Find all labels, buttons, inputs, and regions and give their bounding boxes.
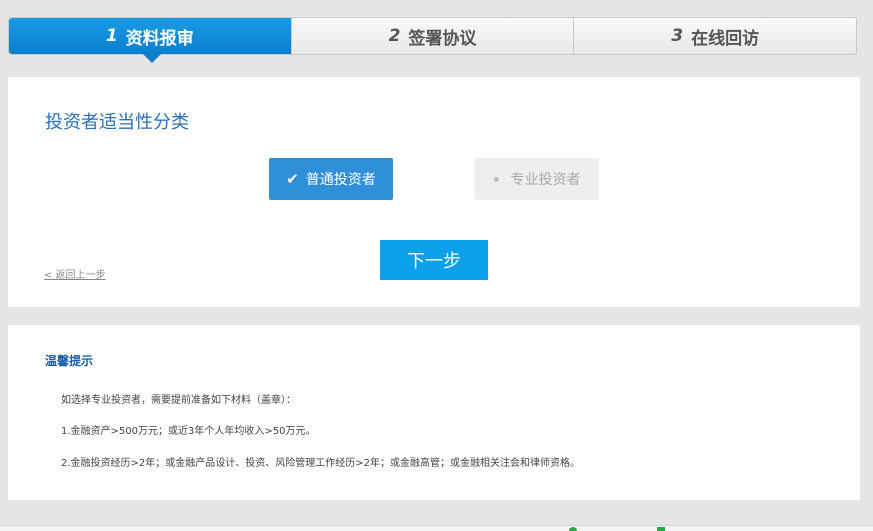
- page: 1 资料报审 2 签署协议 3 在线回访 投资者适当性分类 ✔ 普通投资者 专业…: [0, 0, 873, 531]
- section-title: 投资者适当性分类: [45, 112, 189, 133]
- progress-stepper: 1 资料报审 2 签署协议 3 在线回访: [8, 17, 857, 63]
- tips-card: 温馨提示 如选择专业投资者，需要提前准备如下材料（盖章）： 1.金融资产>500…: [8, 325, 860, 500]
- tip-line: 2.金融投资经历>2年；或金融产品设计、投资、风险管理工作经历>2年；或金融高管…: [61, 458, 581, 469]
- tips-title: 温馨提示: [45, 354, 94, 368]
- tip-line: 1.金融资产>500万元；或近3年个人年均收入>50万元。: [61, 426, 316, 437]
- step-number: 1: [105, 26, 118, 46]
- option-professional-investor[interactable]: 专业投资者: [475, 158, 599, 200]
- bottom-bar: [0, 525, 873, 531]
- step-label: 资料报审: [125, 28, 194, 49]
- step-label: 签署协议: [408, 28, 477, 49]
- classification-card: 投资者适当性分类 ✔ 普通投资者 专业投资者 < 返回上一步 下一步: [8, 77, 860, 307]
- step-1: 1 资料报审: [9, 18, 292, 63]
- back-link[interactable]: < 返回上一步: [44, 266, 106, 281]
- step-number: 2: [388, 26, 401, 46]
- option-normal-investor[interactable]: ✔ 普通投资者: [269, 158, 393, 200]
- step-number: 3: [671, 26, 684, 46]
- step-label: 在线回访: [691, 28, 760, 49]
- tip-line: 如选择专业投资者，需要提前准备如下材料（盖章）：: [61, 395, 296, 406]
- option-label: 普通投资者: [305, 172, 376, 188]
- next-step-button[interactable]: 下一步: [380, 240, 488, 280]
- option-label: 专业投资者: [510, 172, 581, 188]
- step-2: 2 签署协议: [292, 18, 575, 54]
- status-indicator: [657, 527, 665, 531]
- status-indicator: [569, 527, 577, 531]
- check-icon: ✔: [286, 170, 299, 188]
- step-3: 3 在线回访: [574, 18, 856, 54]
- radio-dot-icon: [493, 176, 499, 182]
